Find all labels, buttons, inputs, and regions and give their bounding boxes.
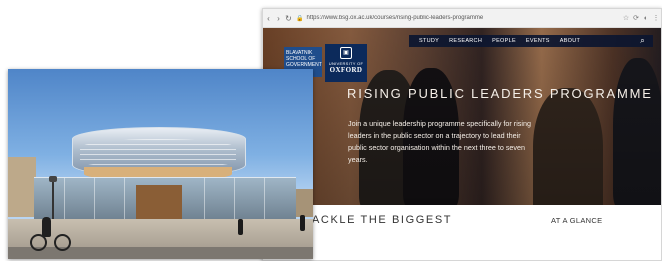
browser-window: ‹ › ↻ 🔒 https://www.bsg.ox.ac.uk/courses…	[262, 8, 662, 261]
section-heading: ACKLE THE BIGGEST	[312, 214, 453, 226]
search-icon[interactable]: ⌕	[640, 36, 645, 46]
website: STUDY RESEARCH PEOPLE EVENTS ABOUT ⌕ BLA…	[263, 28, 661, 260]
at-a-glance-heading: AT A GLANCE	[551, 216, 603, 225]
main-nav: STUDY RESEARCH PEOPLE EVENTS ABOUT ⌕	[409, 35, 653, 47]
address-bar: ‹ › ↻ 🔒 https://www.bsg.ox.ac.uk/courses…	[263, 9, 661, 28]
oxford-logo[interactable]: ▣ UNIVERSITY OF OXFORD	[325, 44, 367, 82]
forward-icon[interactable]: ›	[274, 14, 283, 23]
pedestrian	[300, 215, 305, 231]
crest-icon: ▣	[340, 47, 352, 59]
pedestrian	[238, 219, 243, 235]
building-entrance	[136, 185, 182, 221]
building-photo	[8, 69, 313, 259]
nav-item-about[interactable]: ABOUT	[560, 38, 580, 44]
nav-item-research[interactable]: RESEARCH	[449, 38, 482, 44]
nav-item-people[interactable]: PEOPLE	[492, 38, 516, 44]
menu-icon[interactable]: ⋮	[651, 14, 661, 22]
nav-item-events[interactable]: EVENTS	[526, 38, 550, 44]
lamp-post	[49, 176, 57, 222]
extension-icon[interactable]: ◐	[641, 15, 651, 22]
hero-banner: STUDY RESEARCH PEOPLE EVENTS ABOUT ⌕ BLA…	[263, 28, 661, 205]
cyclist	[30, 217, 71, 251]
nav-item-study[interactable]: STUDY	[419, 38, 439, 44]
bsg-logo-line: GOVERNMENT	[286, 62, 322, 68]
page-title: RISING PUBLIC LEADERS PROGRAMME	[347, 86, 653, 101]
star-icon[interactable]: ☆	[621, 14, 631, 22]
oxford-name: OXFORD	[329, 66, 363, 74]
back-icon[interactable]: ‹	[264, 14, 273, 23]
lock-icon: 🔒	[296, 15, 304, 22]
url-field[interactable]: https://www.bsg.ox.ac.uk/courses/rising-…	[306, 15, 621, 21]
content-section: ACKLE THE BIGGEST AT A GLANCE	[263, 205, 661, 260]
hero-description: Join a unique leadership programme speci…	[348, 119, 531, 164]
reload-icon[interactable]: ↻	[284, 14, 293, 23]
refresh-icon[interactable]: ⟳	[631, 14, 641, 22]
